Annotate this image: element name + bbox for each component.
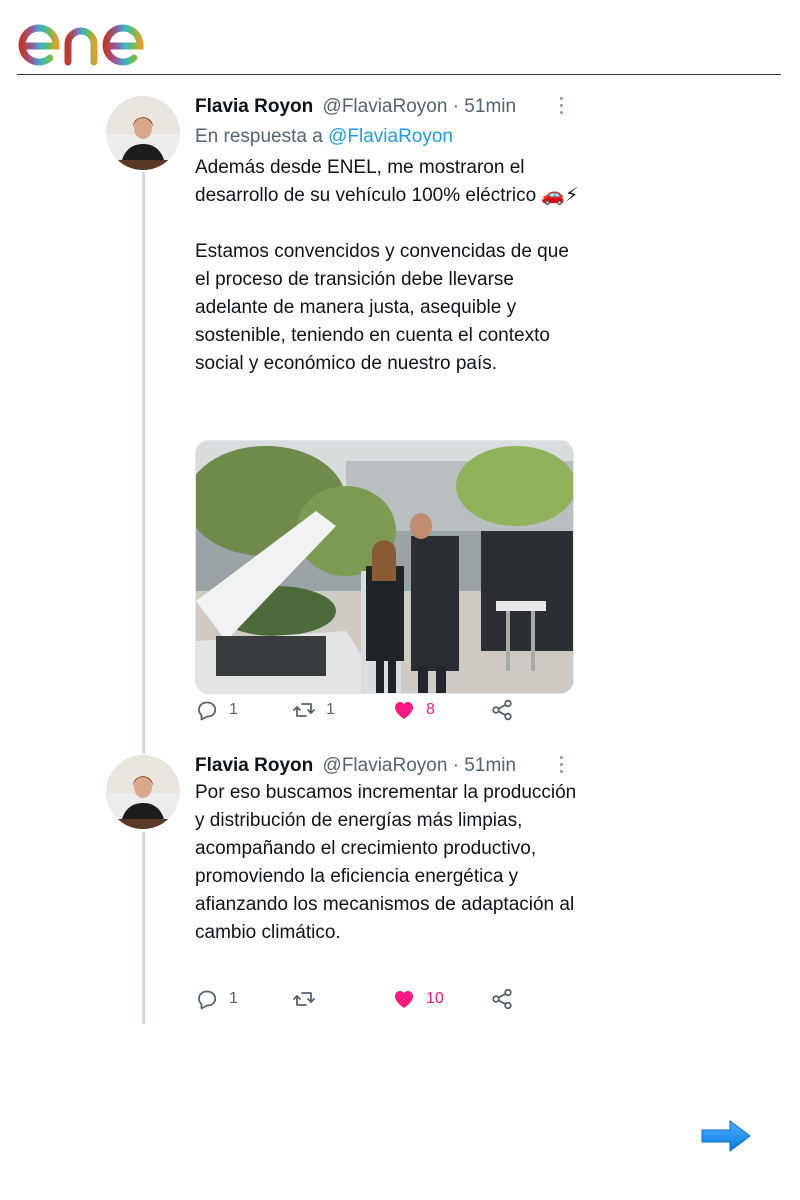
enel-logo [18,8,166,66]
thread-line [142,172,145,754]
author-name[interactable]: Flavia Royon [195,755,313,776]
header-divider [17,74,781,75]
photo-image [196,441,573,693]
author-handle[interactable]: @FlaviaRoyon · 51min [323,96,517,117]
retweet-icon [293,703,315,717]
avatar-image [106,96,180,170]
reply-count: 1 [229,701,238,718]
header [0,0,800,76]
like-button[interactable]: 10 [392,987,444,1011]
heart-icon [395,702,413,719]
more-vertical-icon[interactable] [556,756,566,776]
arrow-right-icon[interactable] [700,1118,752,1154]
tweet-text: Además desde ENEL, me mostraron el desar… [195,157,579,374]
more-vertical-icon[interactable] [556,97,566,117]
reply-count: 1 [229,990,238,1007]
author-handle[interactable]: @FlaviaRoyon · 51min [323,755,517,776]
retweet-count: 1 [326,701,335,718]
like-count: 8 [426,701,435,718]
share-icon [492,988,512,1010]
reply-icon [198,701,217,721]
like-count: 10 [426,990,444,1007]
reply-icon [198,990,217,1010]
share-button[interactable] [490,698,514,722]
retweet-icon [293,992,315,1006]
like-button[interactable]: 8 [392,698,435,722]
tweet-text: Por eso buscamos incrementar la producci… [195,782,582,943]
heart-icon [395,991,413,1008]
reply-prefix: En respuesta a [195,126,323,147]
share-icon [492,699,512,721]
share-button[interactable] [490,987,514,1011]
avatar[interactable] [106,755,180,829]
retweet-button[interactable] [292,987,326,1011]
reply-button[interactable]: 1 [195,698,238,722]
thread-line [142,832,145,1024]
author-name[interactable]: Flavia Royon [195,96,313,117]
tweet-actions: 1 10 [195,987,535,1011]
tweet-meta: Flavia Royon @FlaviaRoyon · 51min [195,96,516,118]
reply-button[interactable]: 1 [195,987,238,1011]
tweet-photo[interactable] [195,440,574,694]
reply-context: En respuesta a @FlaviaRoyon [195,126,453,148]
tweet-actions: 1 1 8 [195,698,535,722]
avatar[interactable] [106,96,180,170]
reply-handle-link[interactable]: @FlaviaRoyon [328,126,453,147]
tweet-meta: Flavia Royon @FlaviaRoyon · 51min [195,755,516,777]
avatar-image [106,755,180,829]
retweet-button[interactable]: 1 [292,698,335,722]
